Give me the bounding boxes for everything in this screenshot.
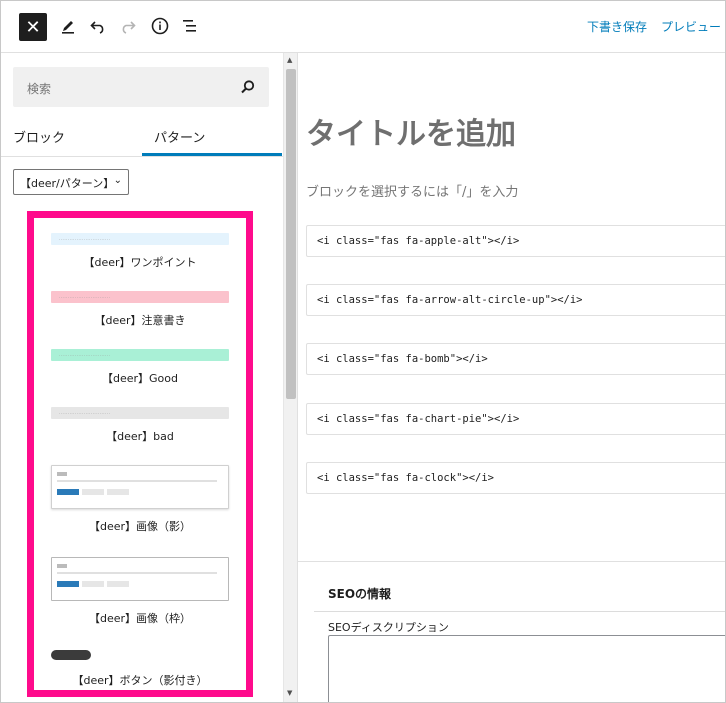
close-icon: ✕ — [25, 16, 41, 38]
preview-filler: ····························· — [59, 295, 111, 300]
preview-filler: ····························· — [59, 411, 111, 416]
pattern-preview: ····························· — [51, 291, 229, 303]
pattern-preview: ····························· — [51, 349, 229, 361]
pattern-label: 【deer】画像（枠） — [88, 612, 192, 625]
seo-box-divider — [314, 611, 725, 612]
seo-box-title[interactable]: SEOの情報 — [328, 585, 391, 602]
undo-button[interactable] — [83, 11, 113, 41]
preview-filler: ····························· — [59, 353, 111, 358]
seo-description-textarea[interactable] — [328, 635, 725, 702]
search-icon — [241, 80, 255, 94]
pattern-item[interactable]: ····························· 【deer】注意書き — [51, 291, 229, 328]
search-placeholder: 検索 — [27, 82, 52, 96]
scroll-up-arrow-icon[interactable]: ▲ — [287, 56, 292, 64]
top-toolbar: ✕ 下書き保存 プレビュー — [1, 1, 725, 53]
meta-box-divider — [298, 561, 725, 562]
pattern-item[interactable]: 【deer】ボタン（影付き） — [51, 649, 229, 688]
tab-blocks[interactable]: ブロック — [13, 127, 65, 146]
preview-filler: ····························· — [59, 237, 111, 242]
pattern-item[interactable]: ····························· 【deer】ワンポイ… — [51, 233, 229, 270]
pattern-label: 【deer】注意書き — [94, 314, 186, 327]
chevron-down-icon: ⌄ — [113, 175, 122, 186]
pattern-item[interactable]: ····························· 【deer】bad — [51, 407, 229, 444]
pattern-category-value: 【deer/パターン】 — [20, 177, 115, 190]
list-view-icon — [183, 20, 196, 32]
details-button[interactable] — [145, 11, 175, 41]
pattern-label: 【deer】画像（影） — [88, 520, 192, 533]
tab-patterns[interactable]: パターン — [154, 127, 205, 146]
redo-button[interactable] — [113, 11, 143, 41]
pattern-label: 【deer】Good — [101, 372, 178, 385]
editor-canvas: タイトルを追加 ブロックを選択するには「/」を入力 <i class="fas … — [297, 53, 725, 702]
block-inserter-panel: 検索 ブロック パターン 【deer/パターン】 ⌄ ·············… — [1, 53, 283, 702]
pattern-label: 【deer】ボタン（影付き） — [72, 674, 208, 687]
editor-window: ✕ 下書き保存 プレビュー 検索 ブロック パターン 【deer/パターン】 ⌄… — [0, 0, 726, 703]
edit-tool-button[interactable] — [53, 11, 83, 41]
inserter-tabs: ブロック パターン — [1, 121, 283, 157]
scroll-down-arrow-icon[interactable]: ▼ — [287, 689, 292, 697]
undo-icon — [90, 21, 104, 34]
pattern-label: 【deer】ワンポイント — [83, 256, 197, 269]
active-tab-indicator — [142, 153, 282, 156]
code-block[interactable]: <i class="fas fa-arrow-alt-circle-up"></… — [306, 284, 725, 316]
scroll-thumb[interactable] — [286, 69, 296, 399]
pattern-item[interactable]: 【deer】画像（枠） — [51, 557, 229, 626]
save-draft-button[interactable]: 下書き保存 — [587, 18, 647, 35]
pattern-item[interactable]: 【deer】画像（影） — [51, 465, 229, 534]
code-block[interactable]: <i class="fas fa-clock"></i> — [306, 462, 725, 494]
redo-icon — [122, 21, 136, 34]
post-title-input[interactable]: タイトルを追加 — [306, 109, 516, 153]
pattern-preview — [51, 649, 229, 663]
sidebar-scrollbar[interactable]: ▲ ▼ — [283, 53, 297, 702]
pattern-category-select[interactable]: 【deer/パターン】 ⌄ — [13, 169, 129, 195]
search-input[interactable]: 検索 — [13, 67, 269, 107]
code-block[interactable]: <i class="fas fa-apple-alt"></i> — [306, 225, 725, 257]
seo-description-label: SEOディスクリプション — [328, 621, 449, 634]
pattern-preview — [51, 557, 229, 601]
pattern-preview: ····························· — [51, 233, 229, 245]
block-appender-hint[interactable]: ブロックを選択するには「/」を入力 — [306, 181, 518, 200]
code-block[interactable]: <i class="fas fa-chart-pie"></i> — [306, 403, 725, 435]
pattern-item[interactable]: ····························· 【deer】Good — [51, 349, 229, 386]
preview-button[interactable]: プレビュー — [661, 18, 721, 35]
close-inserter-button[interactable]: ✕ — [19, 13, 47, 41]
pattern-label: 【deer】bad — [106, 430, 174, 443]
code-block[interactable]: <i class="fas fa-bomb"></i> — [306, 343, 725, 375]
pattern-preview — [51, 465, 229, 509]
pattern-preview: ····························· — [51, 407, 229, 419]
list-view-button[interactable] — [175, 11, 205, 41]
pencil-icon — [62, 21, 74, 34]
info-icon — [151, 17, 169, 35]
